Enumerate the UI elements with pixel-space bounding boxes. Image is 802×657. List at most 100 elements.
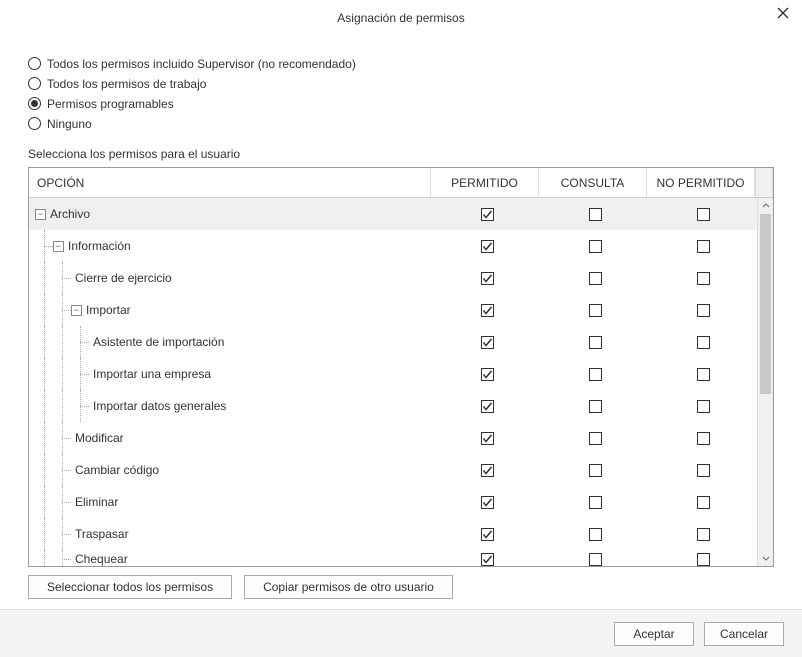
table-row[interactable]: Traspasar [29,518,773,550]
checkbox-query[interactable] [589,553,602,566]
checkbox-query[interactable] [589,368,602,381]
checkbox-allowed[interactable] [481,336,494,349]
table-row[interactable]: Cambiar código [29,454,773,486]
cell-allowed [433,550,541,566]
checkbox-denied[interactable] [697,432,710,445]
checkbox-query[interactable] [589,432,602,445]
table-row[interactable]: Modificar [29,422,773,454]
table-row[interactable]: −Importar [29,294,773,326]
checkbox-allowed[interactable] [481,553,494,566]
checkbox-query[interactable] [589,304,602,317]
accept-button[interactable]: Aceptar [614,622,694,646]
table-row[interactable]: Importar datos generales [29,390,773,422]
cancel-button[interactable]: Cancelar [704,622,784,646]
scroll-down-icon[interactable] [758,550,773,566]
cell-query [541,422,649,454]
radio-option[interactable]: Permisos programables [28,94,774,113]
row-label: Importar [86,303,131,317]
checkbox-query[interactable] [589,208,602,221]
radio-option[interactable]: Ninguno [28,114,774,133]
titlebar: Asignación de permisos [0,0,802,36]
checkbox-allowed[interactable] [481,208,494,221]
close-icon[interactable] [774,4,792,22]
cell-denied [649,198,757,230]
checkbox-query[interactable] [589,336,602,349]
cell-query [541,198,649,230]
checkbox-denied[interactable] [697,272,710,285]
table-row[interactable]: Cierre de ejercicio [29,262,773,294]
checkbox-denied[interactable] [697,336,710,349]
scroll-track[interactable] [758,214,773,550]
radio-icon[interactable] [28,77,41,90]
checkbox-denied[interactable] [697,304,710,317]
table-row[interactable]: −Archivo [29,198,773,230]
checkbox-allowed[interactable] [481,528,494,541]
cell-allowed [433,262,541,294]
col-header-query[interactable]: CONSULTA [539,168,647,197]
section-label: Selecciona los permisos para el usuario [28,147,774,161]
cell-query [541,486,649,518]
cell-denied [649,358,757,390]
vertical-scrollbar[interactable] [757,198,773,566]
checkbox-denied[interactable] [697,208,710,221]
table-row[interactable]: Chequear [29,550,773,566]
collapse-icon[interactable]: − [53,241,64,252]
select-all-permissions-button[interactable]: Seleccionar todos los permisos [28,575,232,599]
radio-option[interactable]: Todos los permisos de trabajo [28,74,774,93]
copy-permissions-button[interactable]: Copiar permisos de otro usuario [244,575,453,599]
checkbox-allowed[interactable] [481,240,494,253]
checkbox-allowed[interactable] [481,464,494,477]
table-row[interactable]: Asistente de importación [29,326,773,358]
checkbox-query[interactable] [589,240,602,253]
radio-option[interactable]: Todos los permisos incluido Supervisor (… [28,54,774,73]
checkbox-allowed[interactable] [481,400,494,413]
cell-allowed [433,198,541,230]
table-row[interactable]: Eliminar [29,486,773,518]
cell-option: Cierre de ejercicio [29,262,433,294]
radio-icon[interactable] [28,57,41,70]
checkbox-denied[interactable] [697,400,710,413]
checkbox-query[interactable] [589,496,602,509]
collapse-icon[interactable]: − [35,209,46,220]
dialog-title: Asignación de permisos [337,11,464,25]
scroll-up-icon[interactable] [758,198,773,214]
col-header-allowed[interactable]: PERMITIDO [431,168,539,197]
checkbox-query[interactable] [589,400,602,413]
scroll-header-spacer [755,168,773,197]
col-header-denied[interactable]: NO PERMITIDO [647,168,755,197]
permissions-table: OPCIÓN PERMITIDO CONSULTA NO PERMITIDO −… [28,167,774,567]
checkbox-denied[interactable] [697,553,710,566]
cell-denied [649,550,757,566]
radio-label: Todos los permisos incluido Supervisor (… [47,57,356,71]
content-area: Todos los permisos incluido Supervisor (… [0,36,802,599]
cell-allowed [433,422,541,454]
checkbox-allowed[interactable] [481,496,494,509]
table-row[interactable]: −Información [29,230,773,262]
checkbox-query[interactable] [589,272,602,285]
checkbox-denied[interactable] [697,528,710,541]
row-label: Chequear [75,552,128,566]
radio-icon[interactable] [28,117,41,130]
cell-denied [649,230,757,262]
checkbox-denied[interactable] [697,240,710,253]
checkbox-allowed[interactable] [481,304,494,317]
checkbox-denied[interactable] [697,496,710,509]
cell-allowed [433,454,541,486]
tree-guides [35,454,71,486]
scroll-thumb[interactable] [760,214,771,394]
table-row[interactable]: Importar una empresa [29,358,773,390]
checkbox-allowed[interactable] [481,432,494,445]
col-header-option[interactable]: OPCIÓN [29,168,431,197]
checkbox-query[interactable] [589,528,602,541]
cell-allowed [433,486,541,518]
tree-guides [35,486,71,518]
checkbox-allowed[interactable] [481,368,494,381]
checkbox-allowed[interactable] [481,272,494,285]
row-label: Eliminar [75,495,118,509]
cell-denied [649,262,757,294]
collapse-icon[interactable]: − [71,305,82,316]
checkbox-denied[interactable] [697,464,710,477]
radio-icon[interactable] [28,97,41,110]
checkbox-query[interactable] [589,464,602,477]
checkbox-denied[interactable] [697,368,710,381]
